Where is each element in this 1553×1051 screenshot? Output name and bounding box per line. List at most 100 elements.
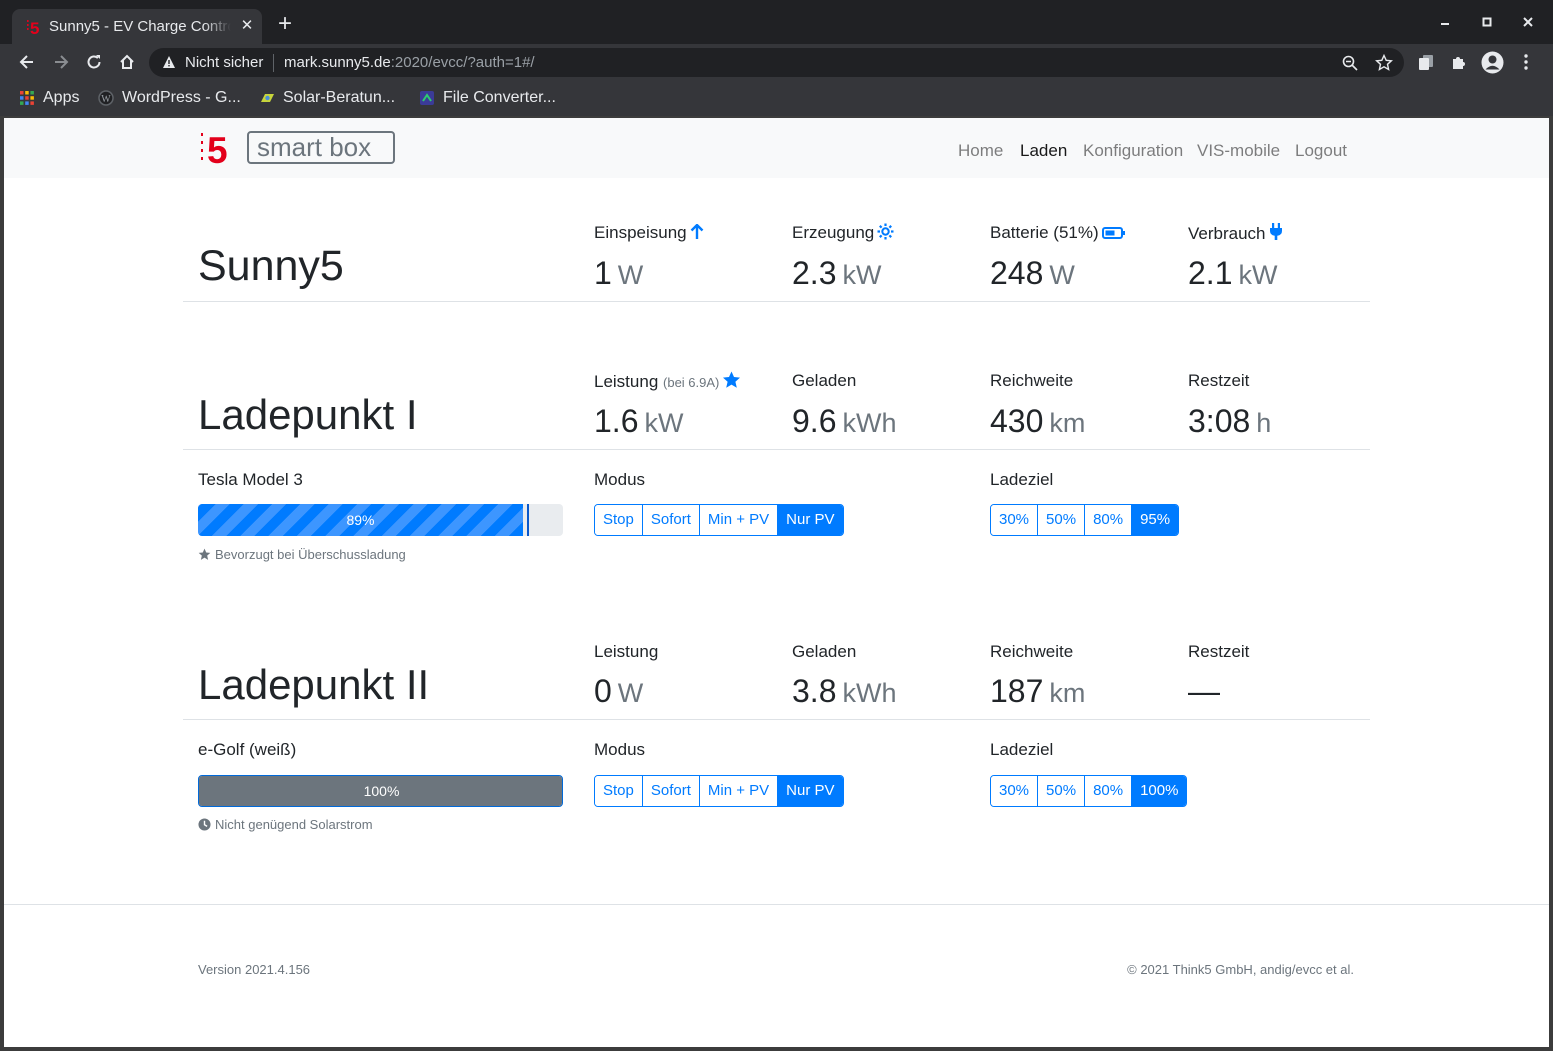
target-80-button[interactable]: 80% — [1085, 505, 1133, 535]
logo-text: smart box — [257, 132, 371, 162]
target-100-button[interactable]: 100% — [1132, 776, 1187, 806]
lp1-vehicle-name: Tesla Model 3 — [198, 470, 303, 489]
profile-avatar-icon[interactable] — [1481, 51, 1504, 74]
zoom-icon[interactable] — [1341, 54, 1359, 72]
tab-close-icon[interactable]: ✕ — [238, 17, 256, 35]
value: 3:08 — [1188, 403, 1251, 439]
lp1-power-label: Leistung (bei 6.9A) — [594, 371, 741, 392]
browser-menu-icon[interactable] — [1516, 52, 1536, 72]
lp2-range-value: 187 km — [990, 673, 1085, 710]
url-path: :2020/evcc/?auth=1#/ — [390, 54, 535, 71]
nav-konfiguration[interactable]: Konfiguration — [1083, 141, 1183, 161]
target-50-button[interactable]: 50% — [1038, 505, 1086, 535]
extensions-puzzle-icon[interactable] — [1449, 52, 1469, 72]
stat-label-text: Batterie (51%) — [990, 223, 1099, 242]
browser-titlebar: 5 Sunny5 - EV Charge Controller ✕ + — [0, 0, 1553, 45]
bookmarks-bar: Apps W WordPress - G... Solar-Beratun...… — [0, 80, 1553, 116]
stat-label-batterie: Batterie (51%) — [990, 223, 1126, 243]
value: 248 — [990, 255, 1044, 291]
lp2-vehicle-name: e-Golf (weiß) — [198, 740, 297, 759]
lp1-target-group: 30% 50% 80% 95% — [990, 504, 1180, 536]
stat-label-text: Verbrauch — [1188, 224, 1266, 243]
unit: kW — [1238, 260, 1278, 290]
top-navbar: 5 smart box Home Laden Konfiguration VIS… — [4, 118, 1549, 178]
stat-label-einspeisung: Einspeisung — [594, 223, 704, 243]
value: 2.1 — [1188, 255, 1233, 291]
mode-sofort-button[interactable]: Sofort — [642, 505, 700, 535]
divider — [183, 719, 1370, 720]
target-30-button[interactable]: 30% — [991, 776, 1039, 806]
nav-laden[interactable]: Laden — [1020, 141, 1067, 161]
loadpoint-2-title: Ladepunkt II — [198, 661, 430, 708]
security-label[interactable]: Nicht sicher — [185, 54, 263, 71]
target-50-button[interactable]: 50% — [1038, 776, 1086, 806]
lp2-soc-text: 100% — [363, 783, 400, 799]
lp1-mode-label: Modus — [594, 470, 646, 489]
value: 1 — [594, 255, 612, 291]
mode-minpv-button[interactable]: Min + PV — [699, 776, 779, 806]
lp1-hint: Bevorzugt bei Überschussladung — [198, 547, 406, 562]
target-80-button[interactable]: 80% — [1085, 776, 1133, 806]
copyright-text[interactable]: © 2021 Think5 GmbH, andig/evcc et al. — [1127, 962, 1354, 977]
target-30-button[interactable]: 30% — [991, 505, 1039, 535]
stat-label-verbrauch: Verbrauch — [1188, 223, 1283, 244]
stat-value-erzeugung: 2.3 kW — [792, 255, 881, 292]
lp2-mode-group: Stop Sofort Min + PV Nur PV — [594, 775, 844, 807]
extension-cards-icon[interactable] — [1416, 52, 1436, 72]
mode-minpv-button[interactable]: Min + PV — [699, 505, 779, 535]
smartbox-logo[interactable]: 5 smart box — [198, 130, 398, 166]
maximize-icon[interactable] — [1477, 12, 1497, 32]
mode-stop-button[interactable]: Stop — [595, 505, 643, 535]
nav-vis-mobile[interactable]: VIS-mobile — [1197, 141, 1280, 161]
star-icon — [723, 371, 741, 388]
mode-stop-button[interactable]: Stop — [595, 776, 643, 806]
site-title: Sunny5 — [198, 242, 344, 290]
unit: kWh — [842, 408, 897, 438]
back-arrow-icon[interactable] — [17, 52, 37, 72]
unit: kW — [842, 260, 882, 290]
version-text: Version 2021.4.156 — [198, 962, 311, 977]
lp1-range-value: 430 km — [990, 403, 1085, 440]
svg-text:W: W — [101, 94, 111, 105]
reload-icon[interactable] — [84, 52, 104, 72]
mode-nurpv-button[interactable]: Nur PV — [778, 776, 843, 806]
browser-tab[interactable]: 5 Sunny5 - EV Charge Controller ✕ — [12, 9, 262, 45]
mode-nurpv-button[interactable]: Nur PV — [778, 505, 843, 535]
lp2-soc-progress: 100% — [198, 775, 563, 807]
lp2-time-label: Restzeit — [1188, 642, 1250, 661]
url-text[interactable]: mark.sunny5.de:2020/evcc/?auth=1#/ — [284, 54, 535, 71]
svg-text:5: 5 — [207, 130, 228, 166]
value: 1.6 — [594, 403, 639, 439]
battery-icon — [1101, 227, 1125, 239]
nav-home[interactable]: Home — [958, 141, 1003, 161]
divider — [183, 449, 1370, 450]
lp2-hint: Nicht genügend Solarstrom — [198, 817, 373, 832]
value: 9.6 — [792, 403, 837, 439]
value: 2.3 — [792, 255, 837, 291]
lp1-target-marker[interactable] — [527, 504, 529, 536]
lp1-mode-group: Stop Sofort Min + PV Nur PV — [594, 504, 844, 536]
new-tab-button[interactable]: + — [274, 12, 296, 36]
close-window-icon[interactable] — [1518, 12, 1538, 32]
file-converter-icon — [420, 91, 434, 105]
hint-text: Nicht genügend Solarstrom — [215, 817, 373, 832]
forward-arrow-icon[interactable] — [51, 52, 71, 72]
target-95-button[interactable]: 95% — [1132, 505, 1179, 535]
bookmark-star-icon[interactable] — [1375, 54, 1393, 72]
warning-icon[interactable] — [162, 55, 176, 69]
hint-text: Bevorzugt bei Überschussladung — [215, 547, 406, 562]
sun-icon — [877, 223, 894, 240]
minimize-icon[interactable] — [1435, 12, 1455, 32]
lp2-mode-label: Modus — [594, 740, 646, 759]
lp1-power-value: 1.6 kW — [594, 403, 683, 440]
browser-toolbar: Nicht sicher mark.sunny5.de:2020/evcc/?a… — [0, 44, 1553, 80]
address-separator — [273, 54, 274, 72]
mode-sofort-button[interactable]: Sofort — [642, 776, 700, 806]
nav-logout[interactable]: Logout — [1295, 141, 1347, 161]
stat-label-text: Leistung — [594, 372, 659, 391]
divider — [183, 301, 1370, 302]
stat-value-verbrauch: 2.1 kW — [1188, 255, 1277, 292]
apps-grid-icon — [20, 91, 34, 105]
home-icon[interactable] — [117, 52, 137, 72]
address-bar[interactable]: Nicht sicher mark.sunny5.de:2020/evcc/?a… — [149, 48, 1404, 77]
